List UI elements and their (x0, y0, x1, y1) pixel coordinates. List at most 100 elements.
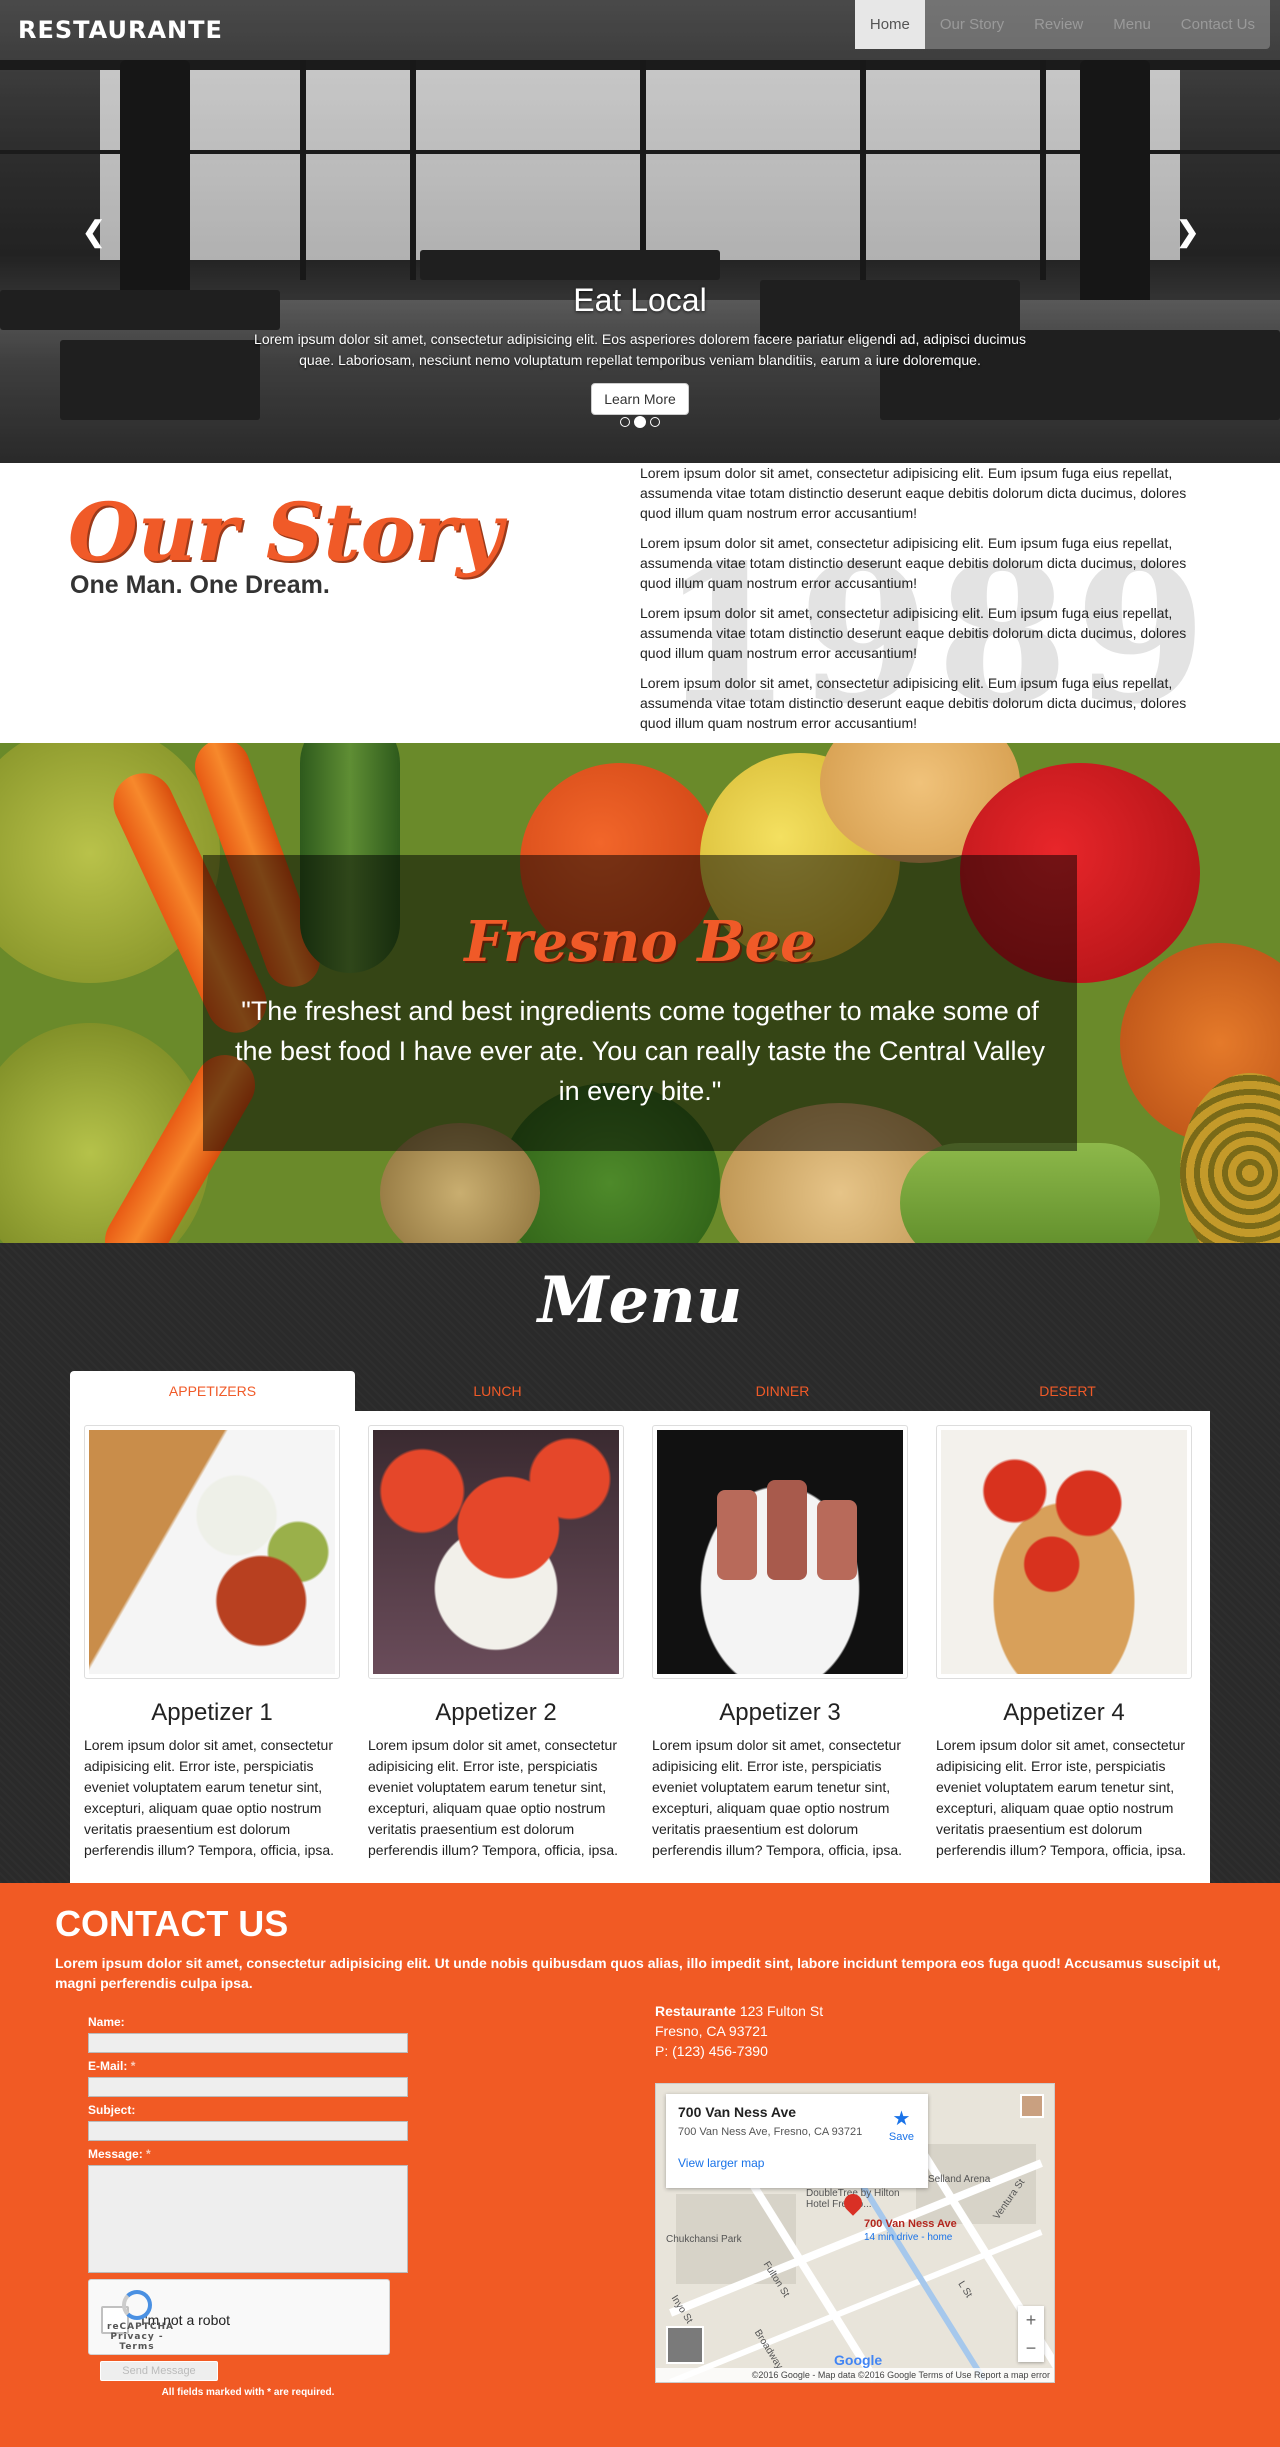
email-label: E-Mail: * (88, 2059, 136, 2073)
celery-image (900, 1143, 1160, 1243)
contact-intro: Lorem ipsum dolor sit amet, consectetur … (55, 1955, 1221, 1991)
restaurant-address: Restaurante 123 Fulton St Fresno, CA 937… (655, 2001, 823, 2061)
map-label: Chukchansi Park (666, 2234, 742, 2245)
nav-contact-us[interactable]: Contact Us (1166, 0, 1270, 49)
review-quote-box: Fresno Bee "The freshest and best ingred… (203, 855, 1077, 1151)
carousel-indicators (620, 416, 660, 428)
map-attribution[interactable]: ©2016 Google - Map data ©2016 Google Ter… (656, 2368, 1054, 2382)
review-quote: "The freshest and best ingredients come … (234, 996, 1045, 1106)
dish-photo (652, 1425, 908, 1679)
main-nav: Home Our Story Review Menu Contact Us (854, 0, 1270, 49)
send-message-button[interactable]: Send Message (100, 2361, 218, 2381)
story-title: Our Story (68, 485, 503, 579)
tab-lunch[interactable]: Lunch (355, 1371, 640, 1411)
dish-photo (368, 1425, 624, 1679)
recaptcha-icon (122, 2290, 152, 2320)
subject-label: Subject: (88, 2103, 136, 2117)
menu-item: Appetizer 3 Lorem ipsum dolor sit amet, … (652, 1425, 908, 1861)
appetizer-4-image (941, 1430, 1187, 1674)
hero-caption: Eat Local Lorem ipsum dolor sit amet, co… (250, 282, 1030, 415)
nav-our-story[interactable]: Our Story (925, 0, 1019, 49)
address-phone: P: (123) 456-7390 (655, 2043, 768, 2059)
google-map[interactable]: Chukchansi Park Fulton St Ventura St L S… (655, 2083, 1055, 2383)
tab-dinner[interactable]: Dinner (640, 1371, 925, 1411)
dish-description: Lorem ipsum dolor sit amet, consectetur … (368, 1737, 619, 1858)
tab-desert[interactable]: Desert (925, 1371, 1210, 1411)
tab-appetizers[interactable]: Appetizers (70, 1371, 355, 1411)
address-city: Fresno, CA 93721 (655, 2023, 768, 2039)
review-section: Fresno Bee "The freshest and best ingred… (0, 743, 1280, 1243)
map-card-title: 700 Van Ness Ave (678, 2104, 797, 2120)
dish-photo (936, 1425, 1192, 1679)
story-paragraph: Lorem ipsum dolor sit amet, consectetur … (640, 675, 1187, 731)
map-info-card: 700 Van Ness Ave 700 Van Ness Ave, Fresn… (666, 2094, 928, 2188)
map-zoom-control: + − (1018, 2306, 1044, 2362)
subject-field[interactable] (88, 2121, 408, 2141)
chevron-left-icon: ❮ (82, 216, 106, 247)
our-story-section: 1989 Our Story One Man. One Dream. Lorem… (0, 463, 1280, 746)
site-logo[interactable]: RESTAURANTE (18, 16, 223, 44)
map-card-address: 700 Van Ness Ave, Fresno, CA 93721 (678, 2126, 863, 2138)
map-pin-sub[interactable]: 14 min drive - home (864, 2232, 952, 2243)
user-avatar[interactable] (1020, 2094, 1044, 2118)
name-field[interactable] (88, 2033, 408, 2053)
map-save-button[interactable]: ★ Save (889, 2106, 914, 2143)
carousel-indicator[interactable] (650, 417, 660, 427)
menu-tabs: Appetizers Lunch Dinner Desert (70, 1371, 1210, 1411)
learn-more-button[interactable]: Learn More (591, 383, 689, 415)
nav-home[interactable]: Home (854, 0, 925, 49)
hero-title: Eat Local (573, 282, 707, 318)
star-icon: ★ (892, 2108, 911, 2130)
zoom-in-button[interactable]: + (1018, 2306, 1044, 2334)
chevron-right-icon: ❯ (1176, 216, 1200, 247)
story-subtitle: One Man. One Dream. (70, 571, 330, 599)
story-paragraphs: Lorem ipsum dolor sit amet, consectetur … (640, 463, 1200, 743)
menu-item: Appetizer 4 Lorem ipsum dolor sit amet, … (936, 1425, 1192, 1861)
map-pin-label: 700 Van Ness Ave (864, 2218, 957, 2230)
name-label: Name: (88, 2015, 125, 2029)
dish-description: Lorem ipsum dolor sit amet, consectetur … (84, 1737, 335, 1858)
google-logo: Google (834, 2352, 883, 2368)
nav-review[interactable]: Review (1019, 0, 1098, 49)
story-paragraph: Lorem ipsum dolor sit amet, consectetur … (640, 535, 1187, 591)
menu-item: Appetizer 2 Lorem ipsum dolor sit amet, … (368, 1425, 624, 1861)
map-label: Selland Arena (928, 2174, 991, 2185)
email-field[interactable] (88, 2077, 408, 2097)
carousel-indicator[interactable] (620, 417, 630, 427)
recaptcha-logo: reCAPTCHA Privacy - Terms (107, 2290, 173, 2352)
appetizer-2-image (373, 1430, 619, 1674)
story-paragraph: Lorem ipsum dolor sit amet, consectetur … (640, 605, 1187, 661)
appetizer-3-image (657, 1430, 903, 1674)
dish-name: Appetizer 3 (719, 1699, 841, 1726)
message-label: Message: * (88, 2147, 151, 2161)
hero-text: Lorem ipsum dolor sit amet, consectetur … (254, 331, 1026, 368)
address-name: Restaurante (655, 2003, 736, 2019)
carousel-next-button[interactable]: ❯ (1176, 215, 1199, 248)
contact-section: CONTACT US Lorem ipsum dolor sit amet, c… (0, 1883, 1280, 2447)
view-larger-map-link[interactable]: View larger map (678, 2156, 916, 2170)
contact-title: CONTACT US (55, 1903, 289, 1944)
dish-description: Lorem ipsum dolor sit amet, consectetur … (936, 1737, 1187, 1858)
carousel-prev-button[interactable]: ❮ (82, 215, 105, 248)
zoom-out-button[interactable]: − (1018, 2334, 1044, 2362)
satellite-toggle[interactable] (666, 2326, 704, 2364)
dish-name: Appetizer 1 (151, 1699, 273, 1726)
required-note: All fields marked with * are required. (161, 2387, 335, 2398)
hero-carousel: RESTAURANTE Home Our Story Review Menu C… (0, 0, 1280, 463)
carousel-indicator-active[interactable] (634, 416, 646, 428)
nav-menu[interactable]: Menu (1098, 0, 1166, 49)
menu-item: Appetizer 1 Lorem ipsum dolor sit amet, … (84, 1425, 340, 1861)
dish-description: Lorem ipsum dolor sit amet, consectetur … (652, 1737, 903, 1858)
map-label: L St (955, 2279, 974, 2300)
menu-tab-panel: Appetizer 1 Lorem ipsum dolor sit amet, … (70, 1411, 1210, 1883)
story-paragraph: Lorem ipsum dolor sit amet, consectetur … (640, 465, 1187, 521)
dish-photo (84, 1425, 340, 1679)
review-source: Fresno Bee (464, 909, 816, 975)
appetizer-1-image (89, 1430, 335, 1674)
address-street: 123 Fulton St (739, 2003, 824, 2019)
message-field[interactable] (88, 2165, 408, 2273)
contact-form: Name: E-Mail: * Subject: Message: * I'm … (88, 2009, 408, 2355)
dish-name: Appetizer 2 (435, 1699, 557, 1726)
menu-section: Menu Appetizers Lunch Dinner Desert Appe… (0, 1243, 1280, 1883)
recaptcha-widget: I'm not a robot reCAPTCHA Privacy - Term… (88, 2279, 390, 2355)
